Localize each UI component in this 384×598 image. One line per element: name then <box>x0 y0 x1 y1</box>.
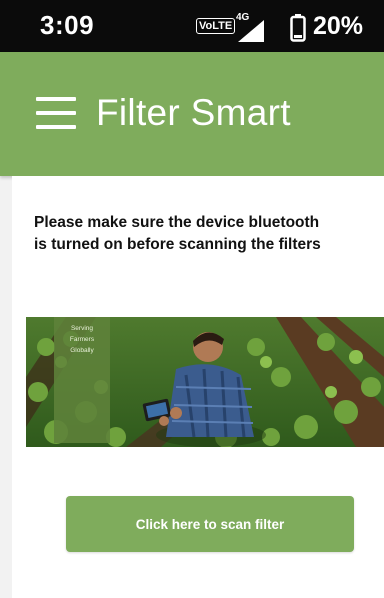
banner-tagline: Serving Farmers Globally <box>54 317 110 443</box>
banner-tag-line-1: Serving <box>70 325 94 332</box>
battery-percentage: 20% <box>313 12 364 40</box>
status-time: 3:09 <box>40 10 95 40</box>
status-bar: 3:09 VoLTE 4G 20% <box>0 0 384 52</box>
bluetooth-notice: Please make sure the device bluetooth is… <box>34 212 384 256</box>
notice-line-1: Please make sure the device bluetooth <box>34 214 320 231</box>
farmer-banner-image: Serving Farmers Globally <box>26 317 384 447</box>
volte-badge: VoLTE <box>196 18 236 34</box>
main-content: Please make sure the device bluetooth is… <box>12 176 384 598</box>
battery-icon <box>290 14 306 42</box>
banner-tag-line-3: Globally <box>70 347 94 354</box>
app-title: Filter Smart <box>96 92 291 133</box>
signal-strength-icon <box>238 20 264 42</box>
app-bar: Filter Smart <box>0 52 384 176</box>
scan-filter-button[interactable]: Click here to scan filter <box>66 496 354 552</box>
notice-line-2: is turned on before scanning the filters <box>34 236 321 253</box>
app-screen: 3:09 VoLTE 4G 20% Filter Smart Please ma… <box>0 0 384 598</box>
hamburger-menu-icon[interactable] <box>36 97 76 129</box>
banner-tag-line-2: Farmers <box>69 336 95 343</box>
